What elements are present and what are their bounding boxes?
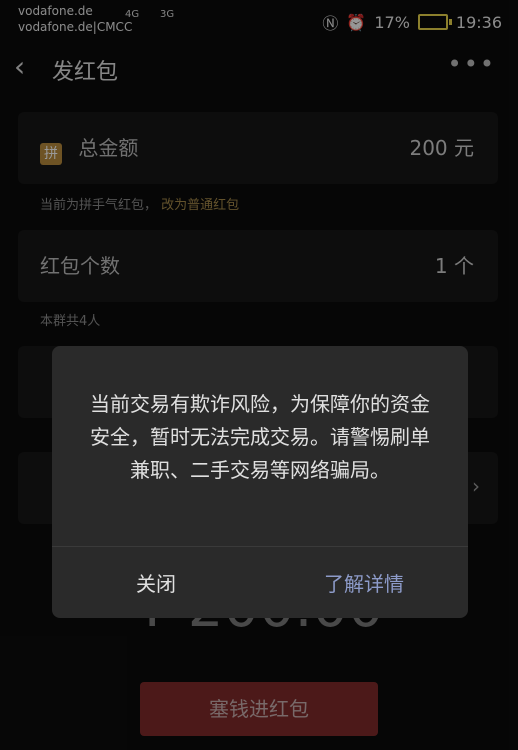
learn-more-button[interactable]: 了解详情: [260, 556, 468, 612]
dialog-message: 当前交易有欺诈风险，为保障你的资金安全，暂时无法完成交易。请警惕刷单兼职、二手交…: [90, 392, 430, 482]
fraud-warning-dialog: 当前交易有欺诈风险，为保障你的资金安全，暂时无法完成交易。请警惕刷单兼职、二手交…: [52, 346, 468, 618]
dialog-divider: [52, 546, 468, 547]
close-button[interactable]: 关闭: [52, 556, 260, 612]
